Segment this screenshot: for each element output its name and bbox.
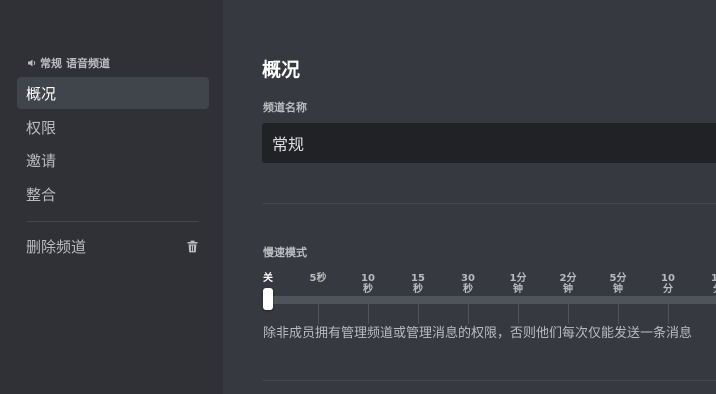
slowmode-tick-label[interactable]: 15 分	[706, 273, 716, 295]
sidebar-item-label: 权限	[26, 118, 57, 137]
sidebar-divider	[27, 221, 199, 222]
sidebar-channel-header: 常规 语音频道	[27, 55, 110, 71]
slowmode-tick-label[interactable]: 关	[256, 273, 280, 284]
sidebar-item-integrations[interactable]: 整合	[17, 178, 209, 210]
slowmode-helper-text: 除非成员拥有管理频道或管理消息的权限，否则他们每次仅能发送一条消息	[263, 326, 693, 341]
settings-sidebar: 常规 语音频道 概况 权限 邀请 整合 删除频道	[0, 0, 223, 394]
sidebar-item-label: 邀请	[26, 151, 57, 170]
settings-main: 概况 频道名称 慢速模式 关 5秒 10 秒 15 秒 30 秒 1分 钟 2分 钟 5分 钟…	[223, 0, 716, 394]
slowmode-tick-mark	[318, 300, 319, 324]
sidebar-item-label: 整合	[26, 185, 57, 204]
sidebar-item-label: 概况	[26, 84, 57, 103]
slowmode-tick-mark	[468, 300, 469, 324]
channel-settings: 常规 语音频道 概况 权限 邀请 整合 删除频道 概况 频道名称 常规 慢速模式…	[0, 0, 716, 394]
delete-channel-label: 删除频道	[26, 237, 87, 256]
slowmode-tick-mark	[518, 300, 519, 324]
slowmode-slider-track[interactable]	[266, 296, 716, 304]
slowmode-slider-handle[interactable]	[263, 288, 273, 310]
slowmode-tick-mark	[418, 300, 419, 324]
delete-channel-button[interactable]: 删除频道	[17, 230, 209, 262]
speaker-icon	[28, 59, 36, 67]
slowmode-tick-label[interactable]: 1分 钟	[506, 273, 530, 295]
slowmode-tick-label[interactable]: 30 秒	[456, 273, 480, 295]
slowmode-tick-label[interactable]: 10 分	[656, 273, 680, 295]
channel-name-label: 频道名称	[263, 101, 307, 114]
trash-icon	[187, 240, 198, 252]
slowmode-tick-mark	[568, 300, 569, 324]
slowmode-tick-mark	[668, 300, 669, 324]
slowmode-tick-label[interactable]: 10 秒	[356, 273, 380, 295]
section-divider	[262, 203, 716, 204]
channel-name-input[interactable]	[262, 123, 716, 163]
sidebar-item-invites[interactable]: 邀请	[17, 144, 209, 176]
sidebar-channel-type: 语音频道	[66, 57, 110, 70]
section-divider-bottom	[262, 380, 716, 381]
slowmode-tick-mark	[368, 300, 369, 324]
sidebar-item-overview[interactable]: 概况	[17, 77, 209, 109]
sidebar-item-permissions[interactable]: 权限	[17, 111, 209, 143]
page-title: 概况	[262, 59, 301, 81]
slowmode-tick-label[interactable]: 15 秒	[406, 273, 430, 295]
slowmode-label: 慢速模式	[263, 246, 307, 259]
slowmode-tick-label[interactable]: 5秒	[306, 273, 330, 284]
slowmode-tick-mark	[618, 300, 619, 324]
slowmode-tick-label[interactable]: 5分 钟	[606, 273, 630, 295]
slowmode-tick-label[interactable]: 2分 钟	[556, 273, 580, 295]
sidebar-channel-name: 常规	[40, 57, 62, 70]
